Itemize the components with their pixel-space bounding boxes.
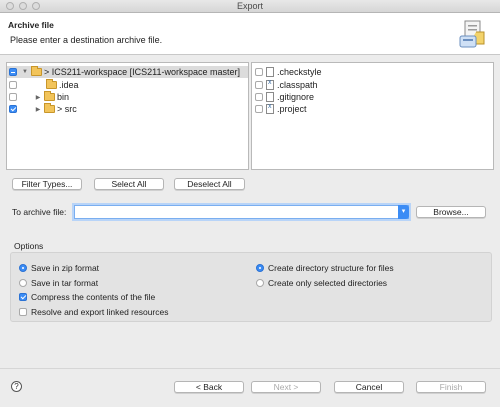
tree-item-workspace[interactable]: ▼ > ICS211-workspace [ICS211-workspace m…: [7, 66, 248, 78]
export-archive-icon: [459, 20, 485, 48]
file-icon: [266, 67, 274, 77]
source-folder-icon: [44, 103, 55, 113]
page-message: Please enter a destination archive file.: [10, 35, 163, 45]
tree-item-bin[interactable]: ▶ bin: [9, 91, 69, 103]
back-button[interactable]: < Back: [174, 381, 244, 393]
option-label: Create directory structure for files: [268, 263, 394, 273]
file-label: .project: [277, 104, 307, 114]
selected-dirs-radio[interactable]: Create only selected directories: [256, 278, 387, 288]
file-label: .checkstyle: [277, 67, 322, 77]
option-label: Save in zip format: [31, 263, 100, 273]
tree-item-label: .idea: [59, 80, 79, 90]
help-icon[interactable]: ?: [11, 381, 22, 392]
tree-checkbox-bin[interactable]: [9, 93, 17, 101]
tree-checkbox-src[interactable]: [9, 105, 17, 113]
dir-structure-radio[interactable]: Create directory structure for files: [256, 263, 394, 273]
browse-button[interactable]: Browse...: [416, 206, 486, 218]
file-list[interactable]: .checkstyle .classpath .gitignore .proje…: [251, 62, 494, 170]
tree-item-idea[interactable]: .idea: [9, 79, 79, 91]
option-label: Resolve and export linked resources: [31, 307, 169, 317]
archive-file-combo[interactable]: ▾: [74, 205, 409, 219]
radio-icon[interactable]: [256, 279, 264, 287]
disclosure-down-icon[interactable]: ▼: [21, 69, 29, 75]
file-label: .gitignore: [277, 92, 315, 102]
xml-file-icon: [266, 103, 274, 114]
tree-item-src[interactable]: ▶ > src: [9, 103, 77, 115]
save-zip-radio[interactable]: Save in zip format: [19, 263, 99, 273]
file-checkbox[interactable]: [255, 81, 263, 89]
footer-divider: [0, 368, 500, 369]
tree-item-label: > ICS211-workspace [ICS211-workspace mas…: [44, 67, 240, 77]
file-checkbox[interactable]: [255, 68, 263, 76]
list-item[interactable]: .classpath: [255, 79, 318, 91]
radio-icon[interactable]: [19, 279, 27, 287]
archive-file-input[interactable]: [75, 206, 395, 218]
checkbox-icon[interactable]: [19, 308, 27, 316]
resolve-linked-checkbox[interactable]: Resolve and export linked resources: [19, 307, 169, 317]
file-label: .classpath: [277, 80, 318, 90]
disclosure-right-icon[interactable]: ▶: [34, 94, 42, 101]
page-title: Archive file: [8, 20, 54, 30]
project-folder-icon: [31, 66, 42, 76]
window-titlebar: Export: [0, 0, 500, 13]
save-tar-radio[interactable]: Save in tar format: [19, 278, 98, 288]
xml-file-icon: [266, 79, 274, 90]
option-label: Save in tar format: [31, 278, 99, 288]
file-icon: [266, 92, 274, 102]
wizard-header: Archive file Please enter a destination …: [0, 13, 500, 55]
option-label: Compress the contents of the file: [31, 292, 156, 302]
list-item[interactable]: .gitignore: [255, 91, 314, 103]
archive-file-label: To archive file:: [12, 207, 67, 217]
finish-button[interactable]: Finish: [416, 381, 486, 393]
checkbox-checked-icon[interactable]: [19, 293, 27, 301]
file-checkbox[interactable]: [255, 93, 263, 101]
select-all-button[interactable]: Select All: [94, 178, 164, 190]
compress-checkbox[interactable]: Compress the contents of the file: [19, 292, 155, 302]
file-checkbox[interactable]: [255, 105, 263, 113]
filter-types-button[interactable]: Filter Types...: [12, 178, 82, 190]
folder-icon: [46, 79, 57, 89]
list-item[interactable]: .checkstyle: [255, 66, 322, 78]
next-button[interactable]: Next >: [251, 381, 321, 393]
resource-tree[interactable]: ▼ > ICS211-workspace [ICS211-workspace m…: [6, 62, 249, 170]
tree-item-label: > src: [57, 104, 77, 114]
list-item[interactable]: .project: [255, 103, 307, 115]
option-label: Create only selected directories: [268, 278, 388, 288]
radio-selected-icon[interactable]: [256, 264, 264, 272]
tree-checkbox-workspace[interactable]: [9, 68, 17, 76]
chevron-down-icon[interactable]: ▾: [398, 205, 409, 219]
cancel-button[interactable]: Cancel: [334, 381, 404, 393]
window-title: Export: [236, 1, 263, 11]
radio-selected-icon[interactable]: [19, 264, 27, 272]
options-title: Options: [14, 241, 44, 251]
disclosure-right-icon[interactable]: ▶: [34, 106, 42, 113]
folder-icon: [44, 91, 55, 101]
tree-checkbox-idea[interactable]: [9, 81, 17, 89]
deselect-all-button[interactable]: Deselect All: [174, 178, 245, 190]
tree-item-label: bin: [57, 92, 70, 102]
